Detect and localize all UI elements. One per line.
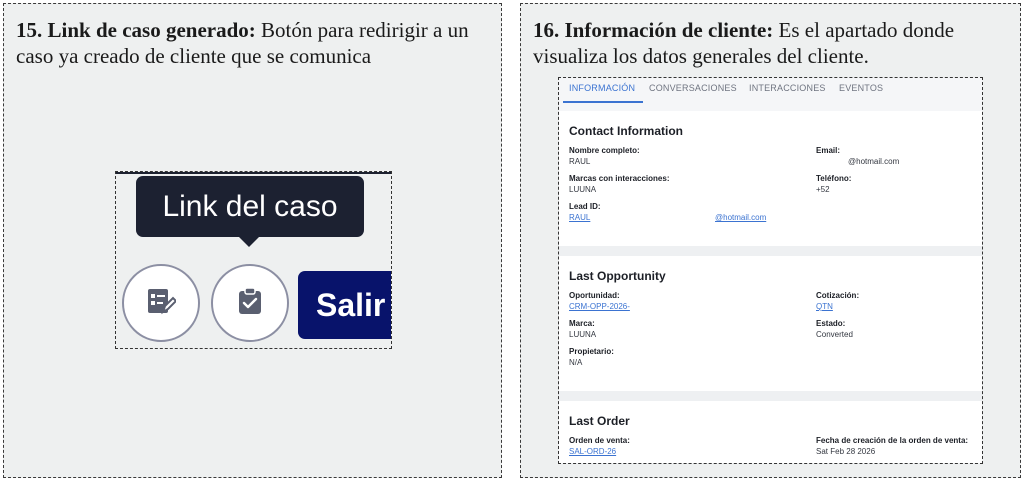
- opportunity-title: Last Opportunity: [569, 269, 666, 283]
- phone-value: +52: [816, 185, 830, 194]
- lead-id-label: Lead ID:: [569, 202, 601, 211]
- tab-conversaciones[interactable]: CONVERSACIONES: [649, 83, 737, 93]
- lead-id-link-name[interactable]: RAUL: [569, 213, 590, 222]
- left-caption: 15. Link de caso generado: Botón para re…: [16, 17, 491, 69]
- edit-form-button[interactable]: [122, 264, 200, 342]
- quote-label: Cotización:: [816, 291, 860, 300]
- divider: [116, 172, 391, 174]
- tab-eventos[interactable]: EVENTOS: [839, 83, 883, 93]
- case-link-zoom: Link del caso Salir: [115, 171, 392, 349]
- order-title: Last Order: [569, 414, 630, 428]
- case-link-button[interactable]: [211, 264, 289, 342]
- email-value: @hotmail.com: [848, 157, 900, 166]
- owner-label: Propietario:: [569, 347, 614, 356]
- lead-id-link-email[interactable]: @hotmail.com: [715, 213, 766, 222]
- right-caption-title: 16. Información de cliente:: [533, 18, 774, 42]
- contact-information-card: Contact Information Nombre completo: RAU…: [559, 111, 982, 246]
- email-label: Email:: [816, 146, 841, 155]
- case-link-tooltip: Link del caso: [136, 176, 364, 237]
- brands-value: LUUNA: [569, 185, 597, 194]
- order-label: Orden de venta:: [569, 436, 630, 445]
- tab-bar: INFORMACIÓN CONVERSACIONES INTERACCIONES…: [559, 78, 982, 111]
- name-value: RAUL: [569, 157, 591, 166]
- status-label: Estado:: [816, 319, 846, 328]
- edit-form-icon: [146, 286, 178, 321]
- client-info-screenshot: INFORMACIÓN CONVERSACIONES INTERACCIONES…: [558, 77, 983, 464]
- clipboard-check-icon: [235, 286, 265, 321]
- brand-label: Marca:: [569, 319, 595, 328]
- exit-button[interactable]: Salir: [298, 271, 391, 339]
- opportunity-label: Oportunidad:: [569, 291, 620, 300]
- last-opportunity-card: Last Opportunity Oportunidad: CRM-OPP-20…: [559, 256, 982, 391]
- owner-value: N/A: [569, 358, 583, 367]
- brand-value: LUUNA: [569, 330, 597, 339]
- right-panel: 16. Información de cliente: Es el aparta…: [520, 3, 1021, 478]
- tab-informacion[interactable]: INFORMACIÓN: [569, 83, 635, 93]
- name-label: Nombre completo:: [569, 146, 640, 155]
- left-panel: 15. Link de caso generado: Botón para re…: [3, 3, 502, 478]
- active-tab-indicator: [563, 101, 643, 103]
- order-date-value: Sat Feb 28 2026: [816, 447, 876, 456]
- status-value: Converted: [816, 330, 853, 339]
- tooltip-arrow: [238, 236, 260, 247]
- contact-title: Contact Information: [569, 124, 683, 138]
- brands-label: Marcas con interacciones:: [569, 174, 670, 183]
- right-caption: 16. Información de cliente: Es el aparta…: [533, 17, 1010, 69]
- left-caption-title: 15. Link de caso generado:: [16, 18, 256, 42]
- last-order-card: Last Order Orden de venta: SAL-ORD-26 Fe…: [559, 401, 982, 463]
- tab-interacciones[interactable]: INTERACCIONES: [749, 83, 826, 93]
- order-link[interactable]: SAL-ORD-26: [569, 447, 616, 456]
- opportunity-link[interactable]: CRM-OPP-2026-: [569, 302, 630, 311]
- quote-link[interactable]: QTN: [816, 302, 833, 311]
- order-date-label: Fecha de creación de la orden de venta:: [816, 436, 969, 445]
- phone-label: Teléfono:: [816, 174, 852, 183]
